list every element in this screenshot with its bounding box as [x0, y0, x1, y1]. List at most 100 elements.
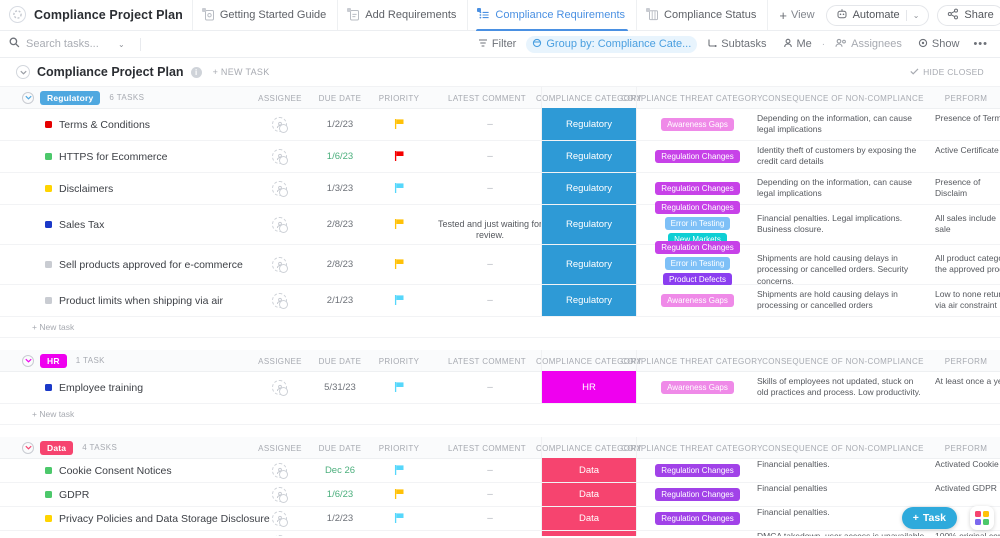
- status-square[interactable]: [45, 384, 52, 391]
- group-badge[interactable]: HR: [40, 353, 67, 368]
- assignee-avatar[interactable]: [272, 463, 288, 479]
- compliance-category-cell[interactable]: Regulatory: [542, 245, 636, 284]
- group-collapse-icon[interactable]: [22, 91, 34, 104]
- threat-tag[interactable]: [691, 535, 704, 536]
- performance-text[interactable]: At least once a year: [935, 376, 1000, 387]
- consequence-text[interactable]: Financial penalties: [757, 483, 925, 494]
- priority-flag[interactable]: [394, 512, 405, 527]
- add-new-task-button[interactable]: + New task: [0, 317, 1000, 338]
- priority-flag[interactable]: [394, 488, 405, 503]
- assignee-avatar[interactable]: [272, 380, 288, 396]
- threat-tag[interactable]: Regulation Changes: [655, 511, 740, 525]
- group-badge[interactable]: Regulatory: [40, 90, 101, 105]
- consequence-text[interactable]: Shipments are hold causing delays in pro…: [757, 253, 925, 287]
- assignee-avatar[interactable]: [272, 217, 288, 233]
- task-name[interactable]: Terms & Conditions: [59, 119, 150, 131]
- task-name[interactable]: Sales Tax: [59, 219, 104, 231]
- table-row[interactable]: Privacy Policies and Data Storage Disclo…: [0, 507, 1000, 531]
- priority-flag[interactable]: [394, 218, 405, 233]
- group-header-hr[interactable]: HR 1 TASK ASSIGNEE DUE DATE PRIORITY LATEST…: [0, 350, 1000, 375]
- performance-text[interactable]: Low to none returne via air constraint: [935, 289, 1000, 312]
- me-button[interactable]: Me: [777, 36, 818, 53]
- task-name[interactable]: Sell products approved for e-commerce: [59, 259, 243, 271]
- status-square[interactable]: [45, 515, 52, 522]
- due-date[interactable]: 1/2/23: [314, 513, 366, 524]
- compliance-category-cell[interactable]: Data: [542, 507, 636, 530]
- task-name[interactable]: GDPR: [59, 489, 89, 501]
- due-date[interactable]: 1/3/23: [314, 183, 366, 194]
- threat-tag[interactable]: Regulation Changes: [655, 487, 740, 501]
- task-name[interactable]: Privacy Policies and Data Storage Disclo…: [59, 513, 270, 525]
- latest-comment[interactable]: Tested and just waiting for review.: [435, 219, 545, 241]
- latest-comment[interactable]: –: [435, 183, 545, 194]
- latest-comment[interactable]: –: [435, 382, 545, 393]
- priority-flag[interactable]: [394, 294, 405, 309]
- chevron-down-icon[interactable]: ⌄: [913, 11, 920, 20]
- performance-text[interactable]: 100% original conte: [935, 531, 1000, 536]
- tab-compliance-status[interactable]: Compliance Status: [636, 0, 767, 30]
- priority-flag[interactable]: [394, 118, 405, 133]
- compliance-category-cell[interactable]: Regulatory: [542, 173, 636, 204]
- threat-tag[interactable]: Error in Testing: [664, 256, 731, 270]
- compliance-category-cell[interactable]: Data: [542, 459, 636, 482]
- threat-tag[interactable]: Regulation Changes: [655, 149, 740, 163]
- table-row[interactable]: Data DMCA takedown, user access is unava…: [0, 531, 1000, 536]
- new-task-button[interactable]: + NEW TASK: [213, 67, 270, 77]
- compliance-category-cell[interactable]: Regulatory: [542, 141, 636, 172]
- assignee-avatar[interactable]: [272, 293, 288, 309]
- consequence-text[interactable]: Financial penalties.: [757, 507, 925, 518]
- priority-flag[interactable]: [394, 464, 405, 479]
- consequence-text[interactable]: Identity theft of customers by exposing …: [757, 145, 925, 168]
- assignee-avatar[interactable]: [272, 149, 288, 165]
- status-square[interactable]: [45, 491, 52, 498]
- compliance-category-cell[interactable]: HR: [542, 372, 636, 403]
- due-date[interactable]: 1/6/23: [314, 489, 366, 500]
- apps-grid-button[interactable]: [970, 506, 994, 530]
- assignee-avatar[interactable]: [272, 511, 288, 527]
- status-square[interactable]: [45, 185, 52, 192]
- status-square[interactable]: [45, 153, 52, 160]
- assignee-avatar[interactable]: [272, 181, 288, 197]
- performance-text[interactable]: Presence of Disclaim: [935, 177, 1000, 200]
- table-row[interactable]: Terms & Conditions 1/2/23 – Regulatory A…: [0, 109, 1000, 141]
- latest-comment[interactable]: –: [435, 259, 545, 270]
- threat-tag[interactable]: Error in Testing: [664, 216, 731, 230]
- task-name[interactable]: Cookie Consent Notices: [59, 465, 172, 477]
- compliance-category-cell[interactable]: Regulatory: [542, 205, 636, 244]
- latest-comment[interactable]: –: [435, 465, 545, 476]
- group-collapse-icon[interactable]: [22, 354, 34, 367]
- latest-comment[interactable]: –: [435, 513, 545, 524]
- info-icon[interactable]: i: [190, 66, 202, 78]
- group-header-data[interactable]: Data 4 TASKS ASSIGNEE DUE DATE PRIORITY LAT…: [0, 437, 1000, 462]
- table-row[interactable]: Product limits when shipping via air 2/1…: [0, 285, 1000, 317]
- subtasks-button[interactable]: Subtasks: [701, 36, 772, 53]
- priority-flag[interactable]: [394, 258, 405, 273]
- consequence-text[interactable]: Financial penalties. Legal implications.…: [757, 213, 925, 236]
- status-square[interactable]: [45, 297, 52, 304]
- assignee-avatar[interactable]: [272, 487, 288, 503]
- consequence-text[interactable]: DMCA takedown, user access is unavailabl…: [757, 531, 925, 536]
- performance-text[interactable]: Activated Cookie Co: [935, 459, 1000, 470]
- hide-closed-button[interactable]: HIDE CLOSED: [910, 67, 984, 77]
- table-row[interactable]: Sell products approved for e-commerce 2/…: [0, 240, 1000, 287]
- task-name[interactable]: Disclaimers: [59, 183, 113, 195]
- more-options-icon[interactable]: •••: [969, 38, 992, 50]
- threat-tag[interactable]: Awareness Gaps: [661, 117, 734, 131]
- due-date[interactable]: 2/8/23: [314, 219, 366, 230]
- consequence-text[interactable]: Financial penalties.: [757, 459, 925, 470]
- latest-comment[interactable]: –: [435, 151, 545, 162]
- due-date[interactable]: 1/6/23: [314, 151, 366, 162]
- add-new-task-button[interactable]: + New task: [0, 404, 1000, 425]
- automate-button[interactable]: Automate ⌄: [825, 4, 930, 26]
- performance-text[interactable]: Active Certificate for: [935, 145, 1000, 156]
- compliance-category-cell[interactable]: Data: [542, 531, 636, 536]
- compliance-category-cell[interactable]: Data: [542, 483, 636, 506]
- priority-flag[interactable]: [394, 381, 405, 396]
- task-name[interactable]: Product limits when shipping via air: [59, 295, 223, 307]
- add-view-button[interactable]: + View: [767, 0, 825, 30]
- threat-tag[interactable]: Regulation Changes: [655, 200, 740, 214]
- table-row[interactable]: GDPR 1/6/23 – Data Regulation Changes Fi…: [0, 483, 1000, 507]
- share-button[interactable]: Share: [937, 4, 1000, 26]
- table-row[interactable]: Sales Tax 2/8/23 Tested and just waiting…: [0, 200, 1000, 246]
- assignee-avatar[interactable]: [272, 535, 287, 536]
